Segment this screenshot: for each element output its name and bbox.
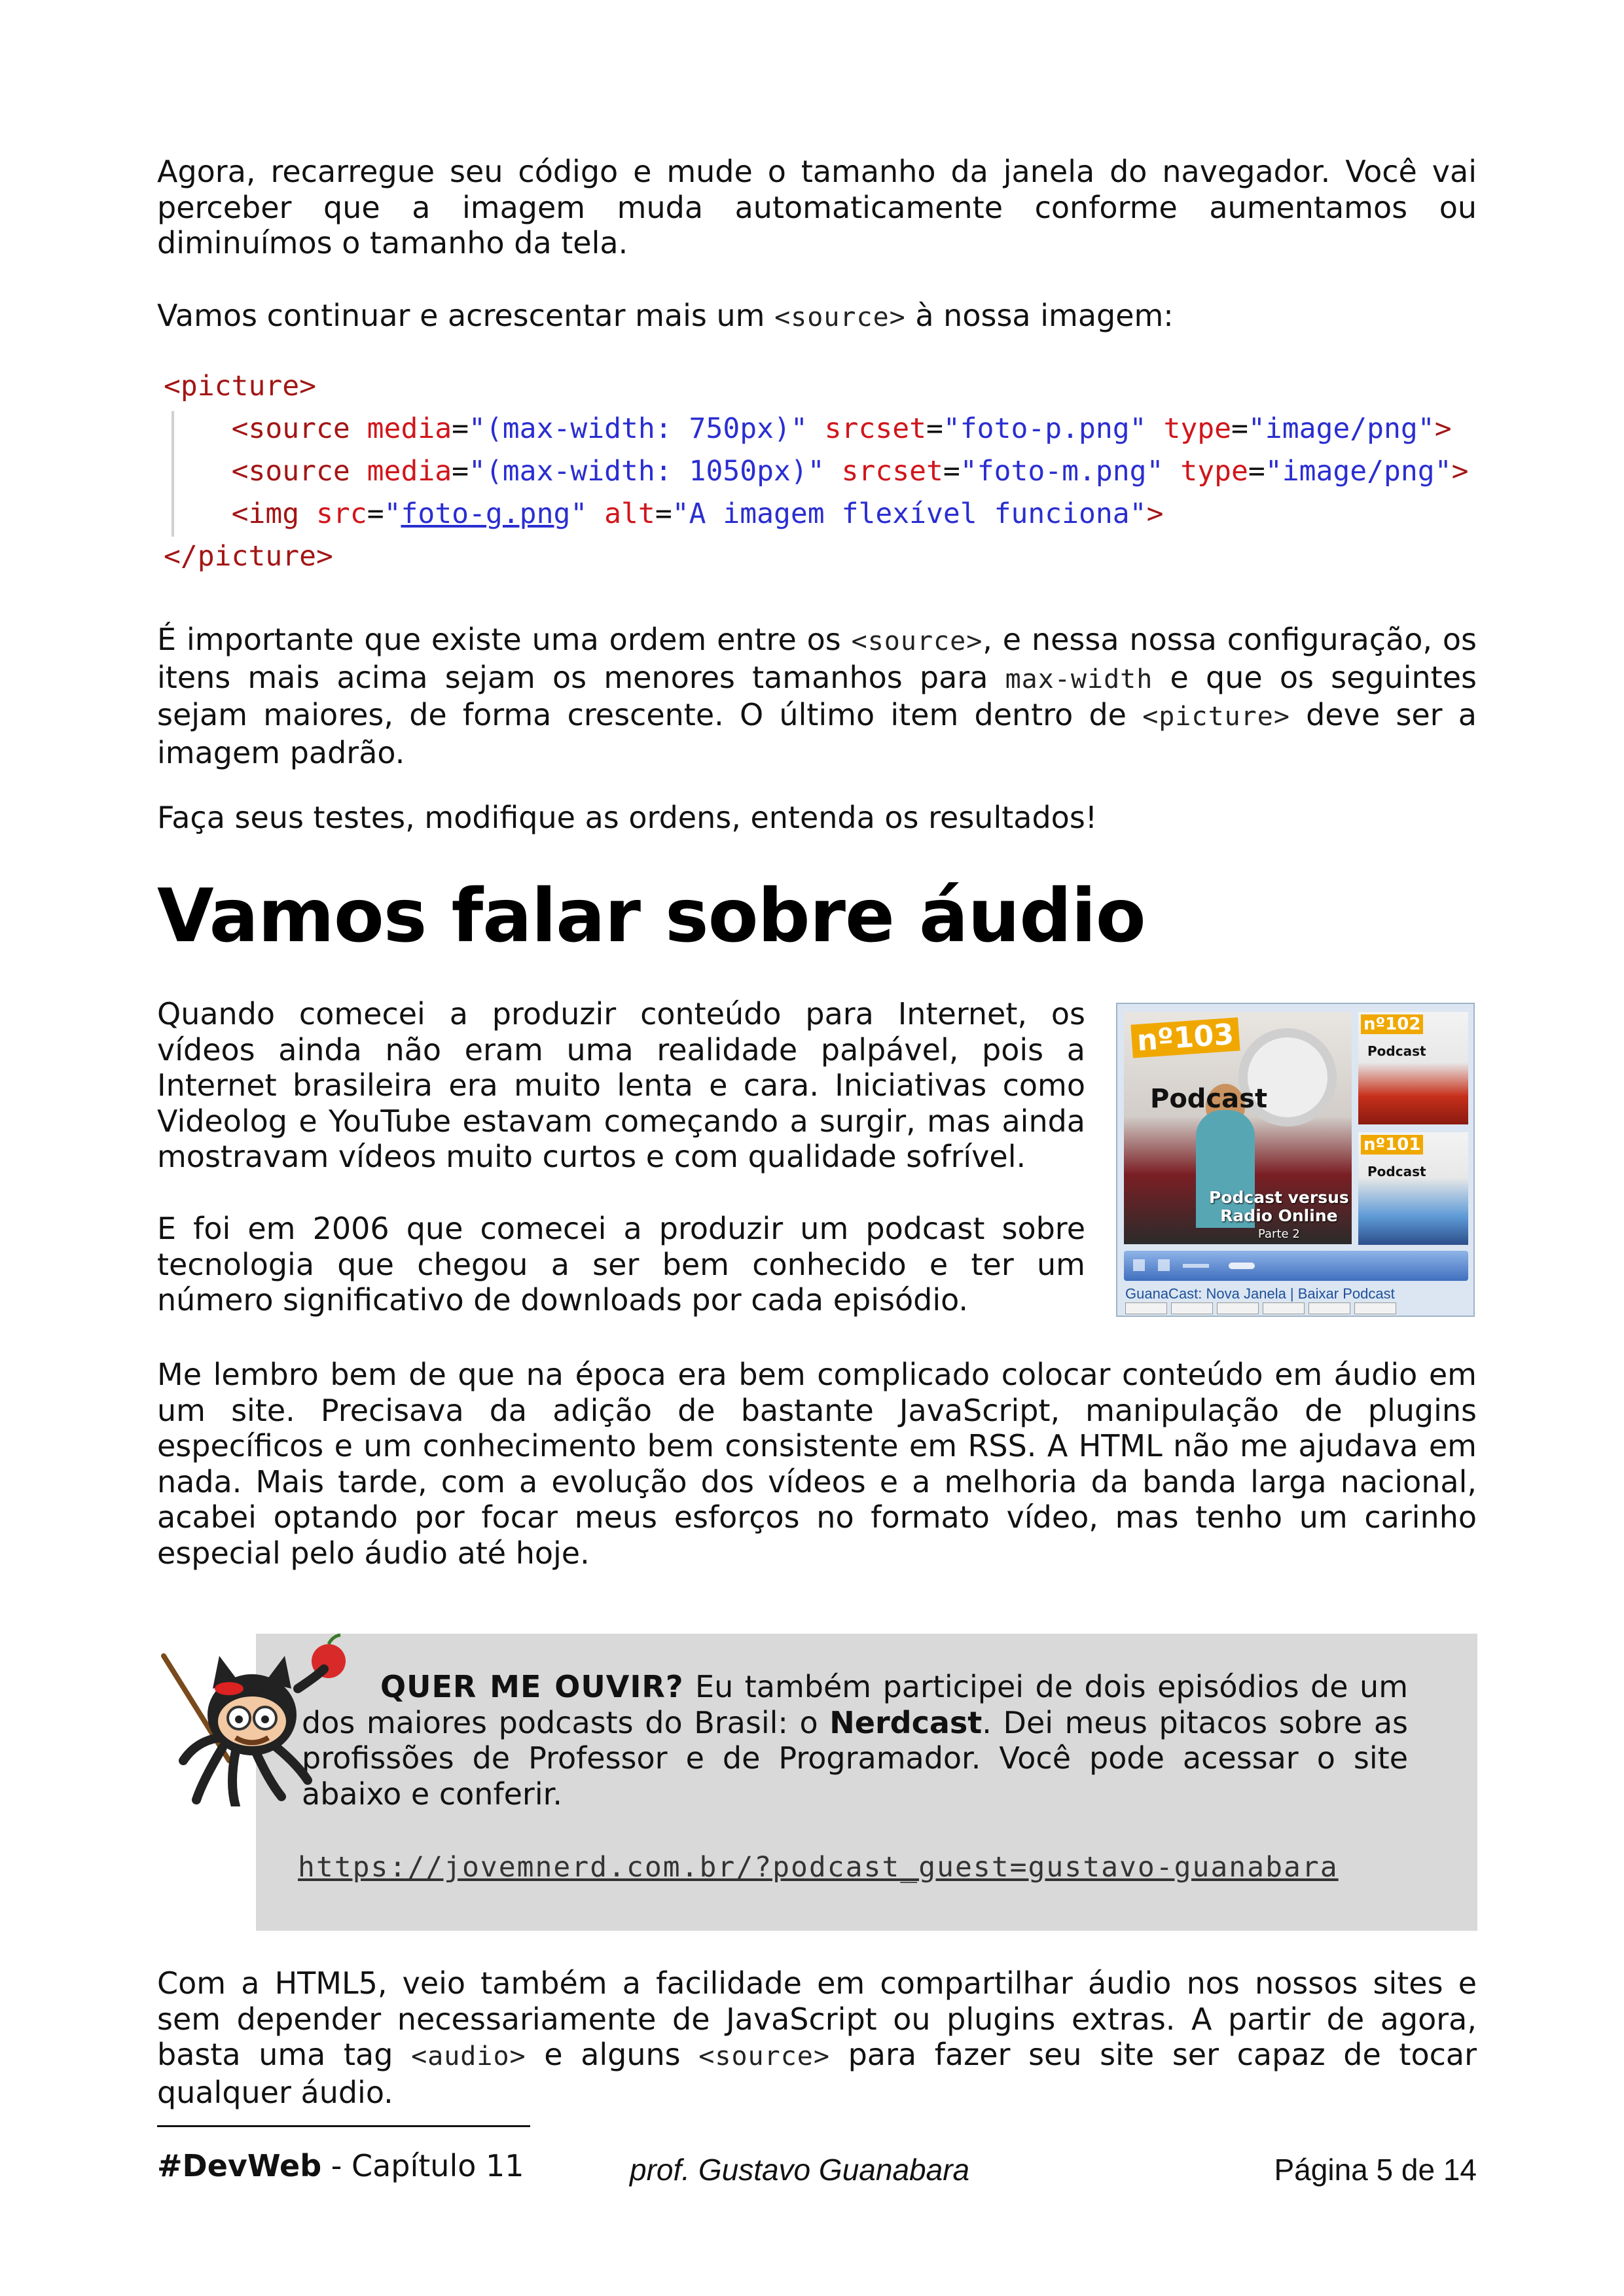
code-tag: <picture> [164,370,316,403]
code-string: "(max-width: 1050px)" [469,455,825,488]
code-attr: type [1163,412,1232,445]
progress-knob [1229,1263,1255,1269]
paragraph-html5-audio: Com a HTML5, veio também a facilidade em… [157,1965,1477,2110]
callout-lead: QUER ME OUVIR? [380,1669,684,1704]
footer-chapter: #DevWeb - Capítulo 11 [157,2148,524,2183]
paragraph-order: É importante que existe uma ordem entre … [157,622,1477,770]
text: É importante que existe uma ordem entre … [157,622,852,657]
podcast-word: Podcast [1367,1043,1426,1059]
code-attr: media [367,455,452,488]
code-eq: = [452,412,469,445]
code-string: "foto-m.png" [960,455,1164,488]
format-icon [1171,1302,1213,1314]
code-attr: media [367,412,452,445]
code-string: " [384,497,401,530]
podcast-word: Podcast [1150,1084,1268,1114]
footer-chapter-label: - Capítulo 11 [321,2148,524,2183]
callout-link[interactable]: https://jovemnerd.com.br/?podcast_guest=… [298,1851,1339,1884]
code-tag: > [1434,412,1452,445]
inline-code: <source> [698,2041,830,2072]
caption-line: Radio Online [1220,1206,1338,1225]
code-eq: = [943,455,960,488]
inline-code: <source> [851,626,983,656]
bold-text: Nerdcast [829,1704,983,1740]
code-line: </picture> [164,535,1473,578]
code-tag: <source [231,455,350,488]
format-icons [1125,1302,1396,1314]
caption-line: Podcast versus [1209,1188,1349,1207]
text: e alguns [526,2037,699,2072]
paragraph-podcast: E foi em 2006 que comecei a produzir um … [157,1211,1085,1318]
format-icon [1217,1302,1259,1314]
code-link[interactable]: foto-g.png [401,497,570,530]
code-line: <img src="foto-g.png" alt="A imagem flex… [164,493,1473,535]
footer-divider [157,2125,530,2127]
code-eq: = [926,412,943,445]
code-string: "foto-p.png" [943,412,1147,445]
inline-code: <audio> [411,2041,526,2072]
code-tag: </picture> [164,540,333,573]
paragraph-early-audio: Me lembro bem de que na época era bem co… [157,1357,1477,1571]
podcast-cover-main: nº103 Podcast Podcast versus Radio Onlin… [1124,1012,1352,1244]
footer-brand: #DevWeb [157,2148,322,2183]
inline-code: <picture> [1142,702,1290,732]
podcast-cover-side: nº101 Podcast [1358,1132,1468,1245]
octocat-mascot-icon [161,1633,346,1806]
podcast-links: GuanaCast: Nova Janela | Baixar Podcast [1125,1285,1395,1302]
code-attr: type [1180,455,1248,488]
section-heading: Vamos falar sobre áudio [157,874,1146,959]
volume-icon [1183,1264,1209,1268]
inline-code: <source> [774,302,906,332]
code-attr: srcset [841,455,943,488]
episode-badge: nº103 [1130,1017,1240,1058]
code-tag: <img [231,497,300,530]
podcast-screenshot-image: nº103 Podcast Podcast versus Radio Onlin… [1116,1003,1475,1317]
stop-icon [1158,1259,1170,1271]
inline-code: max-width [1005,664,1153,694]
code-eq: = [452,455,469,488]
code-eq: = [1231,412,1248,445]
code-tag: > [1146,497,1164,530]
code-line: <source media="(max-width: 1050px)" srcs… [164,450,1473,493]
paragraph-add-source: Vamos continuar e acrescentar mais um <s… [157,298,1477,336]
footer-page-number: Página 5 de 14 [1274,2153,1477,2187]
format-icon [1308,1302,1350,1314]
paragraph-tests: Faça seus testes, modifique as ordens, e… [157,800,1098,835]
code-string: "A imagem flexível funciona" [672,497,1147,530]
play-icon [1133,1259,1145,1271]
podcast-word: Podcast [1367,1164,1426,1179]
code-block: <picture> <source media="(max-width: 750… [164,365,1473,581]
format-icon [1263,1302,1305,1314]
audio-player-bar [1124,1251,1468,1281]
code-string: "image/png" [1248,412,1435,445]
code-eq: = [1248,455,1265,488]
code-tag: <source [231,412,350,445]
format-icon [1125,1302,1167,1314]
caption-line: Parte 2 [1257,1227,1300,1241]
episode-badge: nº101 [1361,1135,1424,1155]
code-string: "(max-width: 750px)" [469,412,808,445]
code-attr: alt [604,497,655,530]
paragraph-resize: Agora, recarregue seu código e mude o ta… [157,154,1477,260]
code-line: <source media="(max-width: 750px)" srcse… [164,408,1473,450]
code-attr: src [316,497,367,530]
code-tag: > [1451,455,1469,488]
text: à nossa imagem: [905,298,1174,333]
code-line: <picture> [164,365,1473,408]
footer-author: prof. Gustavo Guanabara [630,2153,970,2187]
code-string: "image/png" [1265,455,1452,488]
callout-text: QUER ME OUVIR? Eu também participei de d… [302,1669,1408,1812]
code-eq: = [655,497,672,530]
text: Vamos continuar e acrescentar mais um [157,298,775,333]
indent-guide [171,411,174,537]
podcast-cover-side: nº102 Podcast [1358,1012,1468,1124]
paragraph-history: Quando comecei a produzir conteúdo para … [157,996,1085,1174]
code-eq: = [367,497,384,530]
callout-box: QUER ME OUVIR? Eu também participei de d… [256,1634,1477,1931]
format-icon [1354,1302,1396,1314]
episode-caption: Podcast versus Radio Online Parte 2 [1209,1189,1349,1244]
code-attr: srcset [824,412,927,445]
episode-badge: nº102 [1361,1014,1424,1034]
code-string: " [570,497,588,530]
